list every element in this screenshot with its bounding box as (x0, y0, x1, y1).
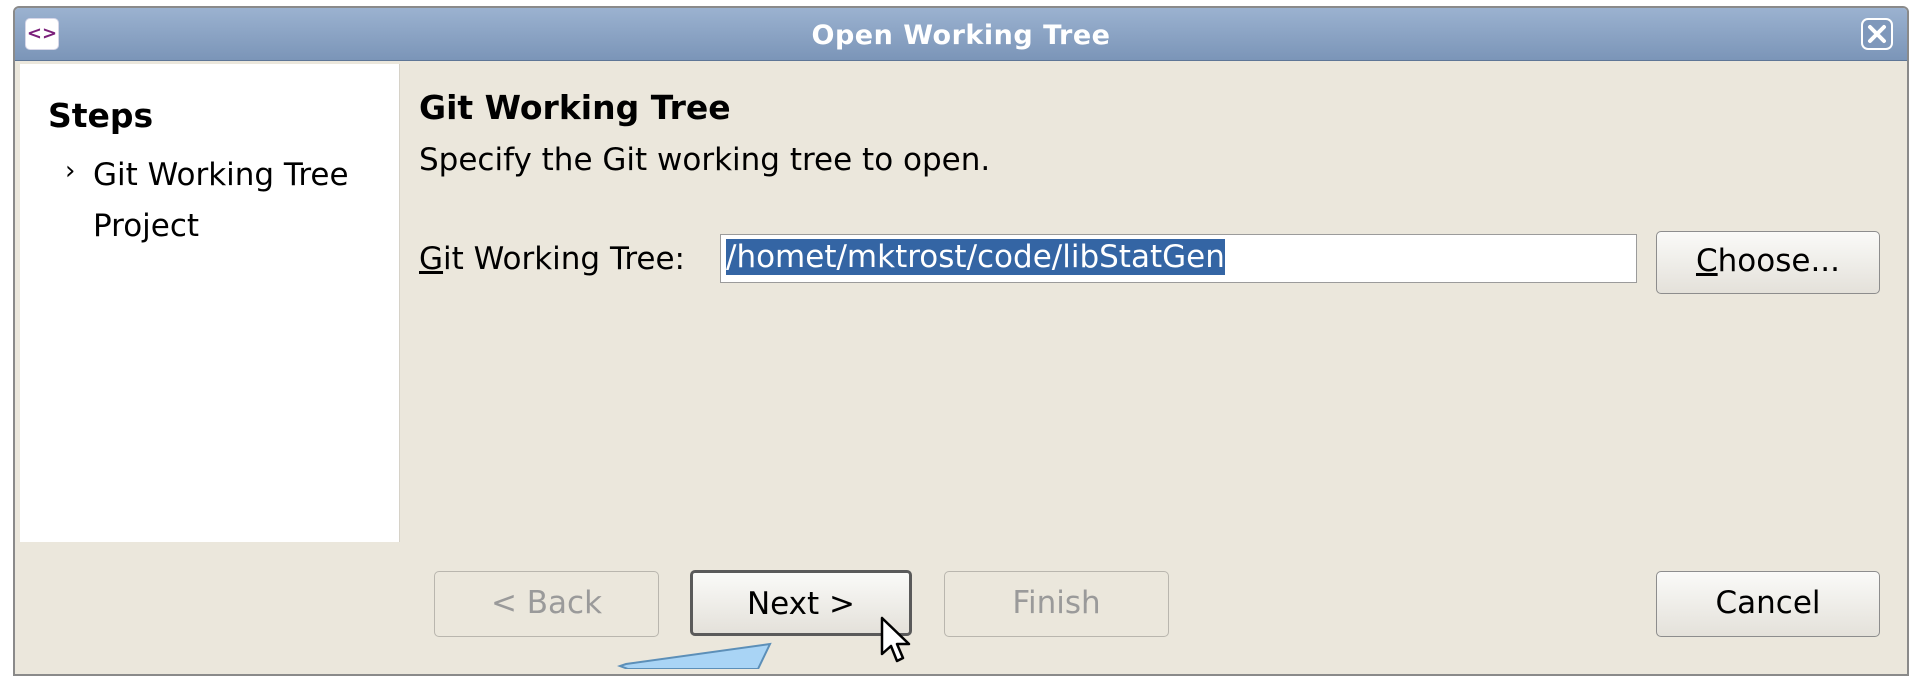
mouse-pointer-icon (880, 616, 911, 663)
annotation-arrow (617, 642, 772, 669)
